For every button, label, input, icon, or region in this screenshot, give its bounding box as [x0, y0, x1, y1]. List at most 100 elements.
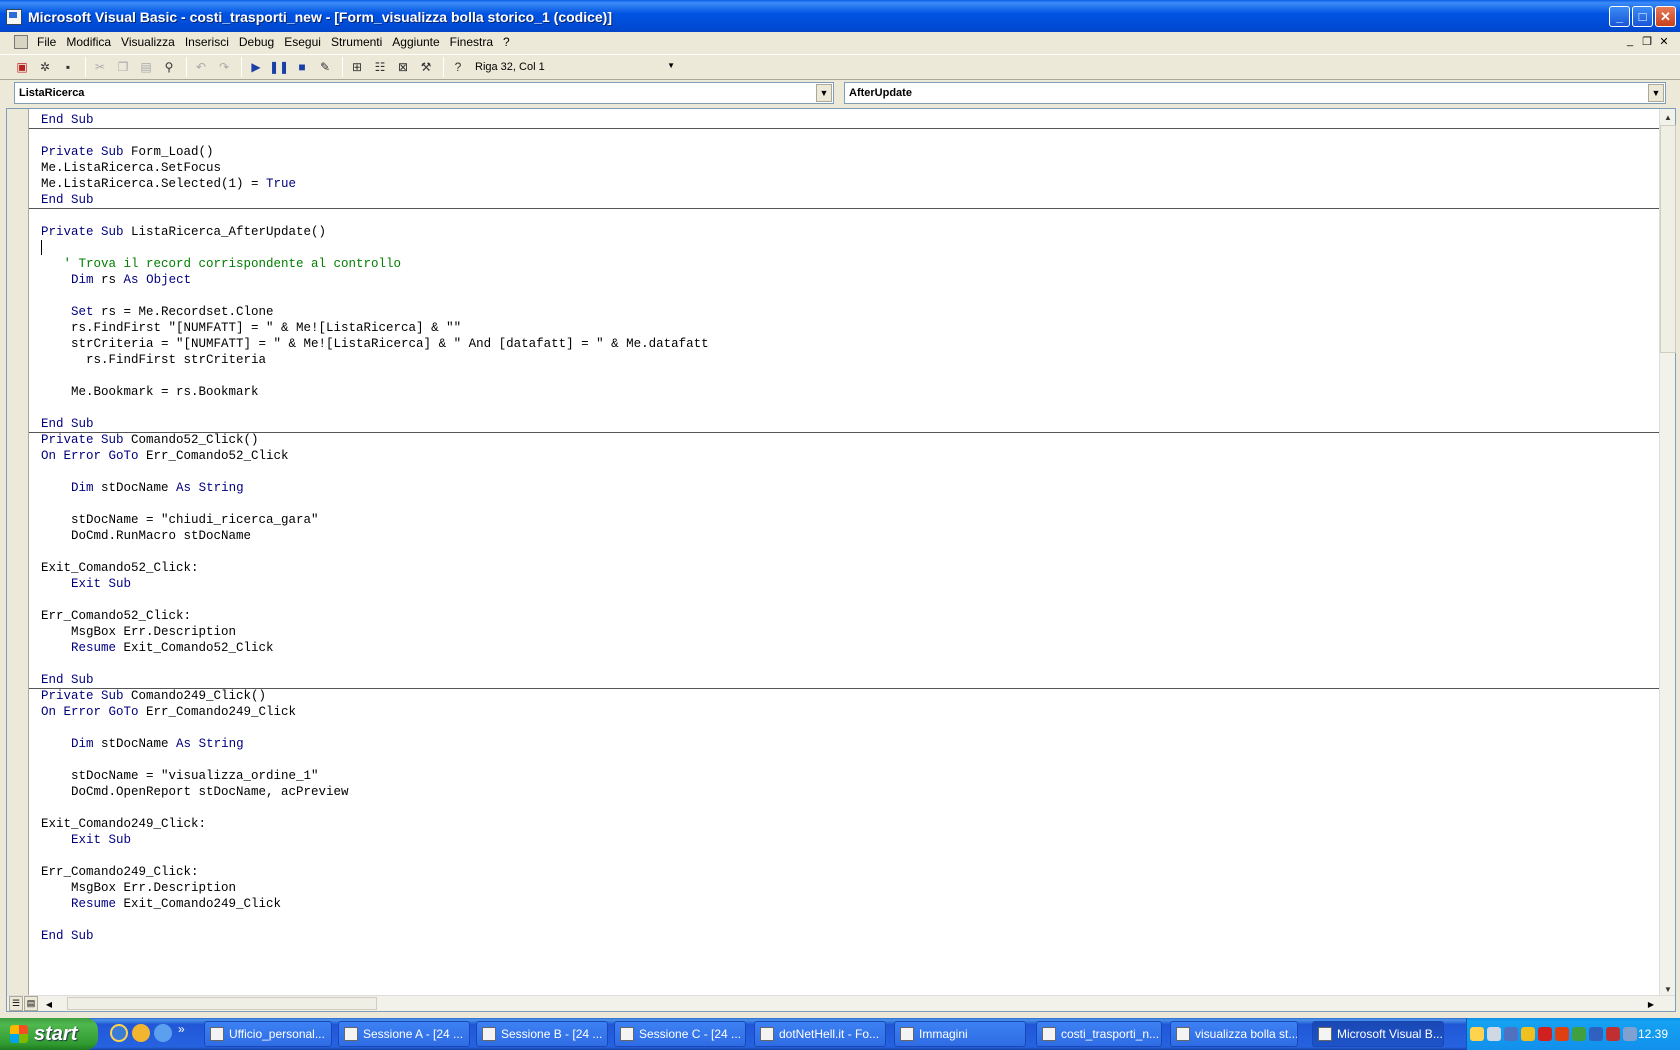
browser-icon[interactable] [154, 1024, 172, 1042]
code-line[interactable]: On Error GoTo Err_Comando52_Click [41, 448, 709, 464]
stop-icon[interactable]: ■ [292, 57, 312, 77]
pause-icon[interactable]: ❚❚ [269, 57, 289, 77]
taskbar-item-ufficio[interactable]: Ufficio_personal... [204, 1021, 332, 1047]
code-line[interactable]: rs.FindFirst "[NUMFATT] = " & Me![ListaR… [41, 320, 709, 336]
project-explorer-icon[interactable]: ⊞ [347, 57, 367, 77]
code-line[interactable]: stDocName = "chiudi_ricerca_gara" [41, 512, 709, 528]
code-line[interactable]: Private Sub Form_Load() [41, 144, 709, 160]
code-line[interactable]: Exit_Comando249_Click: [41, 816, 709, 832]
code-line[interactable] [41, 400, 709, 416]
code-line[interactable] [41, 544, 709, 560]
code-line[interactable]: Exit_Comando52_Click: [41, 560, 709, 576]
code-line[interactable]: End Sub [41, 928, 709, 944]
mdi-restore-button[interactable]: ❐ [1639, 34, 1655, 48]
scroll-up-icon[interactable]: ▲ [1660, 109, 1676, 125]
full-module-view-icon[interactable]: ▤ [24, 996, 38, 1011]
design-mode-icon[interactable]: ✎ [315, 57, 335, 77]
taskbar-item-immagini[interactable]: Immagini [894, 1021, 1026, 1047]
title-bar[interactable]: Microsoft Visual Basic - costi_trasporti… [0, 0, 1680, 34]
code-line[interactable] [41, 848, 709, 864]
copy-icon[interactable]: ❐ [113, 57, 133, 77]
close-button[interactable]: ✕ [1655, 6, 1676, 27]
toolbox-icon[interactable]: ⚒ [416, 57, 436, 77]
code-line[interactable] [41, 720, 709, 736]
tray-app-icon[interactable] [1606, 1027, 1620, 1041]
code-editor[interactable]: End Sub Private Sub Form_Load() Me.ListaRi… [41, 112, 709, 944]
vb-app-icon[interactable] [6, 9, 22, 25]
run-icon[interactable]: ▶ [246, 57, 266, 77]
code-line[interactable]: Dim stDocName As String [41, 480, 709, 496]
horizontal-scroll-thumb[interactable] [67, 997, 377, 1010]
find-icon[interactable]: ⚲ [159, 57, 179, 77]
scroll-left-icon[interactable]: ◀ [41, 996, 57, 1012]
volume-icon[interactable] [1623, 1027, 1637, 1041]
tray-app-icon[interactable] [1470, 1027, 1484, 1041]
code-line[interactable] [41, 208, 709, 224]
taskbar-item-visualizza-bolla[interactable]: visualizza bolla st... [1170, 1021, 1298, 1047]
code-line[interactable] [41, 368, 709, 384]
taskbar-item-sessione-a[interactable]: Sessione A - [24 ... [338, 1021, 470, 1047]
code-line[interactable] [41, 240, 709, 256]
scroll-right-icon[interactable]: ▶ [1643, 996, 1659, 1012]
code-line[interactable]: Set rs = Me.Recordset.Clone [41, 304, 709, 320]
mdi-close-button[interactable]: ✕ [1656, 34, 1672, 48]
code-line[interactable]: Private Sub ListaRicerca_AfterUpdate() [41, 224, 709, 240]
outlook-icon[interactable] [132, 1024, 150, 1042]
code-line[interactable]: End Sub [41, 192, 709, 208]
code-line[interactable] [41, 752, 709, 768]
code-line[interactable]: Me.Bookmark = rs.Bookmark [41, 384, 709, 400]
tray-app-icon[interactable] [1504, 1027, 1518, 1041]
menu-inserisci[interactable]: Inserisci [180, 35, 234, 49]
minimize-button[interactable]: _ [1609, 6, 1630, 27]
procedure-view-icon[interactable]: ☰ [9, 996, 23, 1011]
menu-help[interactable]: ? [498, 35, 515, 49]
code-line[interactable]: Resume Exit_Comando52_Click [41, 640, 709, 656]
margin-indicator-bar[interactable] [7, 109, 29, 997]
code-line[interactable]: Me.ListaRicerca.SetFocus [41, 160, 709, 176]
code-line[interactable]: Dim stDocName As String [41, 736, 709, 752]
menu-debug[interactable]: Debug [234, 35, 279, 49]
internet-explorer-icon[interactable] [110, 1024, 128, 1042]
vertical-scroll-thumb[interactable] [1660, 125, 1676, 353]
cut-icon[interactable]: ✂ [90, 57, 110, 77]
code-line[interactable]: DoCmd.OpenReport stDocName, acPreview [41, 784, 709, 800]
code-line[interactable] [41, 464, 709, 480]
module-icon[interactable] [14, 35, 28, 49]
chevron-down-icon[interactable]: ▼ [1648, 84, 1664, 102]
code-line[interactable]: rs.FindFirst strCriteria [41, 352, 709, 368]
menu-file[interactable]: File [32, 35, 61, 49]
taskbar-item-costi-trasporti[interactable]: costi_trasporti_n... [1036, 1021, 1162, 1047]
code-line[interactable]: MsgBox Err.Description [41, 624, 709, 640]
object-browser-icon[interactable]: ⊠ [393, 57, 413, 77]
save-icon[interactable]: ▪ [58, 57, 78, 77]
horizontal-scrollbar[interactable]: ☰ ▤ ◀ ▶ [7, 995, 1675, 1011]
code-window[interactable]: End Sub Private Sub Form_Load() Me.ListaRi… [6, 108, 1676, 1012]
view-access-icon[interactable]: ▣ [12, 57, 32, 77]
menu-visualizza[interactable]: Visualizza [116, 35, 180, 49]
code-line[interactable]: DoCmd.RunMacro stDocName [41, 528, 709, 544]
properties-icon[interactable]: ☷ [370, 57, 390, 77]
code-line[interactable] [41, 128, 709, 144]
code-line[interactable] [41, 800, 709, 816]
antivirus-icon[interactable] [1555, 1027, 1569, 1041]
menu-modifica[interactable]: Modifica [61, 35, 116, 49]
quick-launch-more-icon[interactable]: » [178, 1022, 188, 1040]
tray-app-icon[interactable] [1487, 1027, 1501, 1041]
menu-finestra[interactable]: Finestra [445, 35, 498, 49]
object-combo[interactable]: ListaRicerca ▼ [14, 82, 834, 104]
maximize-button[interactable]: □ [1632, 6, 1653, 27]
code-line[interactable] [41, 656, 709, 672]
vertical-scrollbar[interactable]: ▲ ▼ [1659, 109, 1676, 997]
code-line[interactable]: ' Trova il record corrispondente al cont… [41, 256, 709, 272]
insert-module-icon[interactable]: ✲ [35, 57, 55, 77]
mdi-minimize-button[interactable]: _ [1622, 34, 1638, 48]
toolbar-options-icon[interactable]: ▼ [667, 61, 675, 70]
taskbar-item-dotnethell[interactable]: dotNetHell.it - Fo... [754, 1021, 886, 1047]
code-line[interactable]: stDocName = "visualizza_ordine_1" [41, 768, 709, 784]
code-line[interactable]: End Sub [41, 672, 709, 688]
help-icon[interactable]: ? [448, 57, 468, 77]
undo-icon[interactable]: ↶ [191, 57, 211, 77]
code-line[interactable]: MsgBox Err.Description [41, 880, 709, 896]
code-line[interactable] [41, 496, 709, 512]
menu-aggiunte[interactable]: Aggiunte [387, 35, 444, 49]
